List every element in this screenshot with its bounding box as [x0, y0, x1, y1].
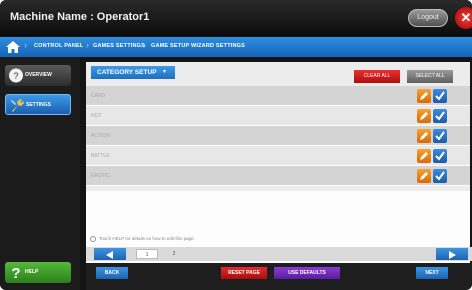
- category-label: ACTION: [91, 133, 110, 139]
- wrench-icon: [11, 99, 24, 112]
- reset-page-button[interactable]: RESET PAGE: [221, 267, 267, 279]
- checkbox-checked-icon[interactable]: [433, 169, 447, 183]
- list-item: ACTION: [86, 126, 470, 146]
- sidebar-item-label: SETTINGS: [26, 102, 52, 108]
- next-page-button[interactable]: [436, 248, 468, 260]
- checkbox-checked-icon[interactable]: [433, 89, 447, 103]
- breadcrumb-games-settings[interactable]: GAMES SETTINGS: [93, 43, 145, 49]
- home-icon[interactable]: [5, 39, 21, 55]
- edit-icon[interactable]: [417, 129, 431, 143]
- info-icon: [90, 236, 96, 242]
- page-number[interactable]: 2: [163, 249, 185, 259]
- edit-icon[interactable]: [417, 89, 431, 103]
- arrow-left-icon: [106, 251, 113, 259]
- list-item: BATTLE: [86, 146, 470, 166]
- sidebar-item-label: OVERVIEW: [25, 72, 52, 78]
- category-dropdown[interactable]: CATEGORY SETUP ▼: [91, 66, 175, 79]
- list-item: EROTIC: [86, 166, 470, 186]
- logout-button[interactable]: Logout: [408, 9, 448, 27]
- breadcrumb-separator: ›: [24, 40, 27, 50]
- clear-all-button[interactable]: CLEAR ALL: [354, 70, 400, 83]
- category-label: CARD: [91, 93, 106, 99]
- breadcrumb-game-setup-wizard[interactable]: GAME SETUP WIZARD SETTINGS: [151, 43, 245, 49]
- sidebar-item-settings[interactable]: SETTINGS: [5, 94, 71, 115]
- checkbox-checked-icon[interactable]: [433, 149, 447, 163]
- svg-text:?: ?: [11, 265, 20, 281]
- overview-icon: ?: [9, 68, 23, 83]
- help-hint: Touch HELP for details on how to edit th…: [90, 236, 195, 242]
- checkbox-checked-icon[interactable]: [433, 129, 447, 143]
- svg-text:?: ?: [13, 71, 18, 81]
- category-dropdown-label: CATEGORY SETUP: [97, 69, 157, 76]
- app-window: Machine Name : Operator1 Logout ✕ › CONT…: [0, 0, 472, 290]
- sidebar: ? OVERVIEW SETTINGS ? HELP: [0, 57, 80, 290]
- edit-icon[interactable]: [417, 169, 431, 183]
- help-button[interactable]: ? HELP: [5, 262, 71, 283]
- category-label: EROTIC: [91, 173, 110, 179]
- back-button[interactable]: BACK: [96, 267, 128, 279]
- close-icon[interactable]: ✕: [455, 7, 472, 29]
- edit-icon[interactable]: [417, 109, 431, 123]
- title-bar: Machine Name : Operator1 Logout ✕: [0, 0, 472, 36]
- list-item: HOT: [86, 106, 470, 126]
- arrow-right-icon: [449, 251, 456, 259]
- pagination: 1 2: [86, 247, 472, 261]
- page-number-active[interactable]: 1: [136, 249, 158, 259]
- edit-icon[interactable]: [417, 149, 431, 163]
- breadcrumb-separator: ›: [86, 40, 89, 50]
- breadcrumb-control-panel[interactable]: CONTROL PANEL: [34, 43, 83, 49]
- next-button[interactable]: NEXT: [416, 267, 448, 279]
- select-all-button[interactable]: SELECT ALL: [407, 70, 453, 83]
- previous-page-button[interactable]: [94, 248, 126, 260]
- machine-name-title: Machine Name : Operator1: [10, 11, 150, 23]
- footer-bar: BACK RESET PAGE USE DEFAULTS NEXT: [86, 263, 472, 290]
- sidebar-item-overview[interactable]: ? OVERVIEW: [5, 65, 71, 86]
- chevron-down-icon: ▼: [162, 69, 167, 75]
- category-list: CARD HOT ACTION BATTLE EROTIC: [86, 86, 470, 186]
- category-label: BATTLE: [91, 153, 110, 159]
- use-defaults-button[interactable]: USE DEFAULTS: [274, 267, 340, 279]
- help-label: HELP: [25, 269, 39, 275]
- breadcrumb-separator: ›: [143, 40, 146, 50]
- category-label: HOT: [91, 113, 102, 119]
- list-item: CARD: [86, 86, 470, 106]
- checkbox-checked-icon[interactable]: [433, 109, 447, 123]
- help-hint-text: Touch HELP for details on how to edit th…: [99, 236, 195, 242]
- breadcrumb: › CONTROL PANEL › GAMES SETTINGS › GAME …: [0, 37, 472, 57]
- help-icon: ?: [11, 265, 20, 281]
